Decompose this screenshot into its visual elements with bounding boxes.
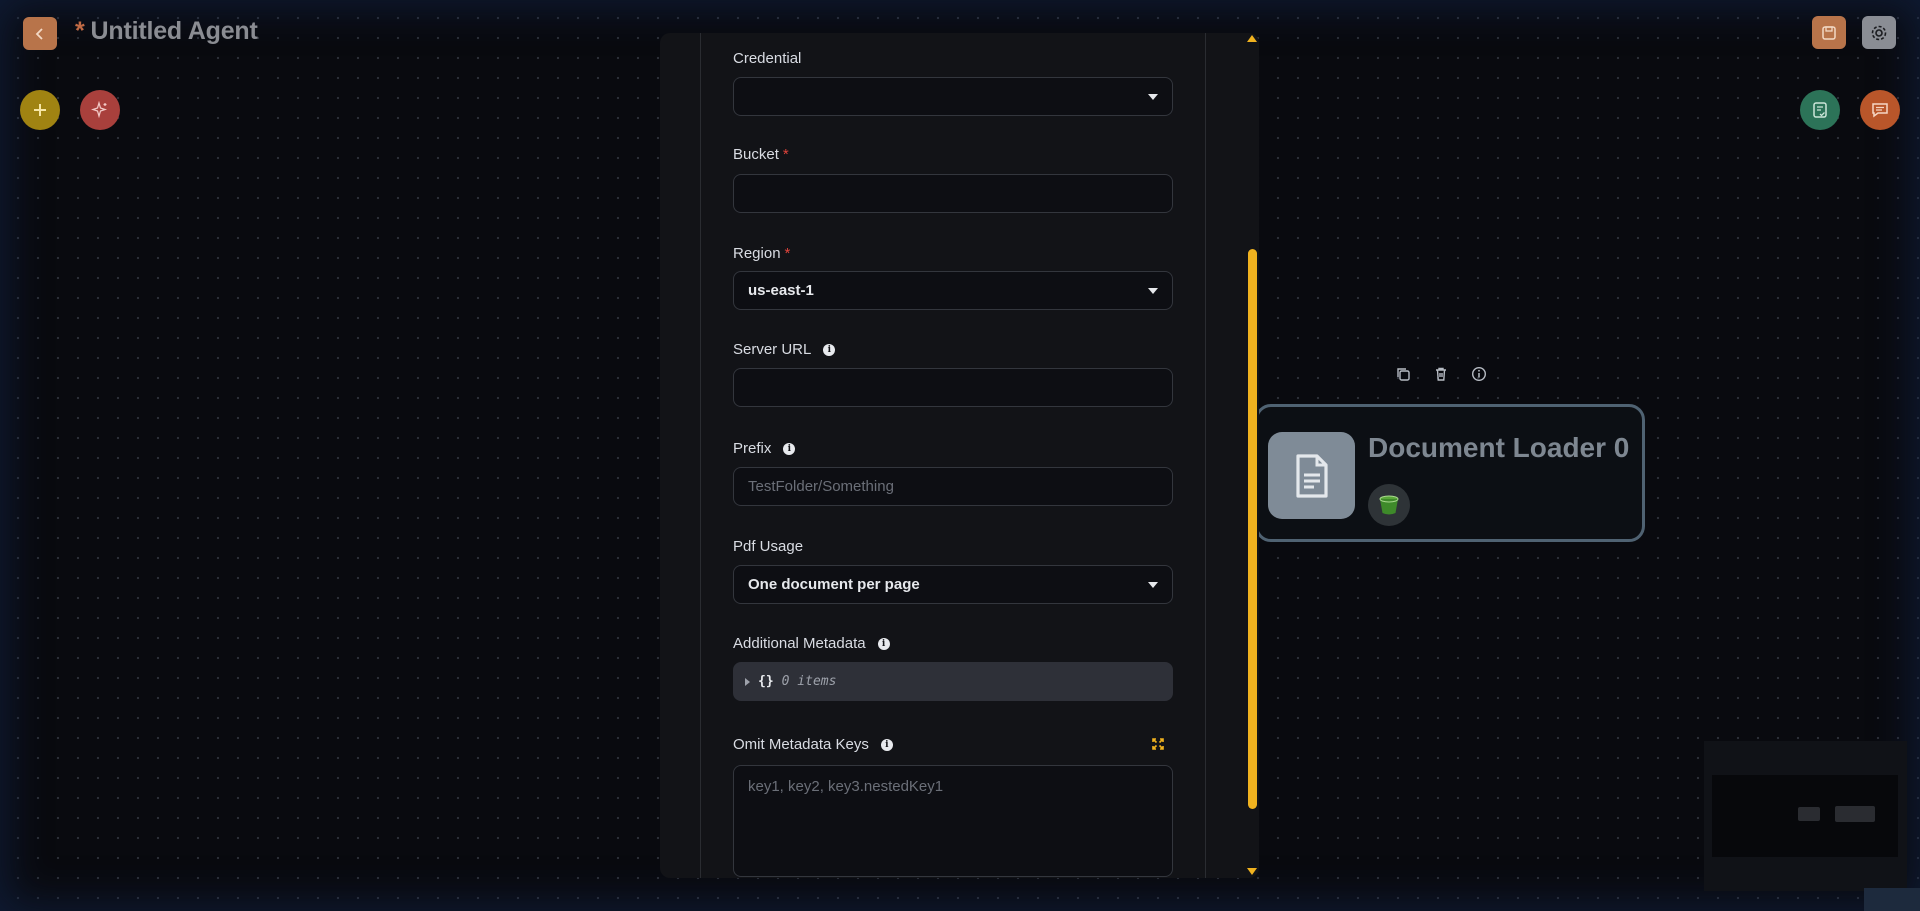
additional-metadata-label-text: Additional Metadata	[733, 635, 866, 652]
divider	[700, 33, 701, 878]
unsaved-marker: *	[75, 17, 85, 45]
plus-icon	[34, 104, 46, 116]
omit-metadata-keys-textarea[interactable]: key1, key2, key3.nestedKey1	[733, 765, 1173, 877]
info-icon[interactable]: i	[783, 442, 796, 455]
region-select[interactable]: us-east-1	[733, 271, 1173, 310]
validate-button[interactable]	[1800, 90, 1840, 130]
omit-metadata-keys-placeholder: key1, key2, key3.nestedKey1	[748, 778, 944, 795]
credential-label-text: Credential	[733, 50, 802, 67]
expand-icon	[1152, 738, 1164, 750]
save-button[interactable]	[1812, 16, 1846, 49]
additional-metadata-label: Additional Metadata i	[733, 635, 890, 652]
prefix-label: Prefix i	[733, 440, 796, 457]
credential-select[interactable]	[733, 77, 1173, 116]
node-icon-box	[1268, 432, 1355, 519]
chevron-down-icon	[1148, 582, 1158, 588]
json-item-count: 0 items	[781, 674, 837, 689]
pdf-usage-value: One document per page	[748, 576, 920, 593]
required-mark: *	[784, 245, 791, 262]
agent-title: Untitled Agent	[90, 17, 258, 45]
copy-icon	[1397, 368, 1410, 381]
region-label-text: Region	[733, 245, 781, 262]
divider	[1205, 33, 1206, 878]
info-icon[interactable]: i	[880, 738, 893, 751]
scroll-down-arrow[interactable]	[1247, 868, 1257, 875]
pdf-usage-label: Pdf Usage	[733, 538, 803, 555]
trash-icon	[1436, 367, 1446, 381]
page-title: * Untitled Agent	[75, 17, 258, 46]
checklist-icon	[1813, 102, 1827, 118]
minimap-node	[1835, 806, 1875, 822]
pdf-usage-label-text: Pdf Usage	[733, 538, 804, 555]
bucket-label-text: Bucket	[733, 146, 779, 163]
chevron-down-icon	[1148, 288, 1158, 294]
prefix-input[interactable]: TestFolder/Something	[733, 467, 1173, 506]
server-url-input[interactable]	[733, 368, 1173, 407]
credential-label: Credential	[733, 50, 801, 67]
node-toolbar	[1393, 364, 1489, 384]
back-arrow-icon	[35, 27, 43, 40]
omit-metadata-keys-label-text: Omit Metadata Keys	[733, 736, 869, 753]
scroll-up-arrow[interactable]	[1247, 35, 1257, 42]
server-url-label-text: Server URL	[733, 341, 812, 358]
pdf-usage-select[interactable]: One document per page	[733, 565, 1173, 604]
chat-icon	[1872, 103, 1888, 118]
omit-metadata-keys-label: Omit Metadata Keys i	[733, 736, 893, 753]
gear-icon	[1871, 25, 1887, 40]
node-title: Document Loader 0	[1368, 432, 1630, 463]
bucket-icon	[1379, 495, 1399, 515]
minimap[interactable]	[1704, 741, 1907, 891]
document-loader-node[interactable]: Document Loader 0	[1255, 404, 1645, 542]
attribution-box	[1864, 888, 1920, 911]
bucket-label: Bucket *	[733, 146, 789, 163]
settings-button[interactable]	[1862, 16, 1896, 49]
add-node-button[interactable]	[20, 90, 60, 130]
prefix-label-text: Prefix	[733, 440, 772, 457]
required-mark: *	[782, 146, 789, 163]
region-label: Region *	[733, 245, 790, 262]
bucket-input[interactable]	[733, 174, 1173, 213]
info-icon	[1471, 366, 1487, 382]
prefix-placeholder: TestFolder/Something	[748, 478, 894, 495]
expand-editor-button[interactable]	[1151, 737, 1165, 751]
chevron-down-icon	[1148, 94, 1158, 100]
node-info-button[interactable]	[1469, 364, 1489, 384]
delete-node-button[interactable]	[1431, 364, 1451, 384]
sparkle-icon	[91, 101, 108, 119]
duplicate-node-button[interactable]	[1393, 364, 1413, 384]
scrollbar-thumb[interactable]	[1248, 249, 1257, 809]
minimap-node	[1798, 807, 1820, 821]
back-button[interactable]	[23, 17, 57, 50]
server-url-label: Server URL i	[733, 341, 836, 358]
minimap-viewport	[1712, 775, 1898, 857]
node-badge	[1368, 484, 1410, 526]
metadata-json-viewer[interactable]: {} 0 items	[733, 662, 1173, 701]
info-icon[interactable]: i	[877, 637, 890, 650]
chat-button[interactable]	[1860, 90, 1900, 130]
save-icon	[1822, 25, 1836, 40]
json-braces: {}	[758, 674, 774, 689]
document-icon	[1295, 453, 1328, 498]
additional-params-dialog: Credential Bucket * Region * us-east-1 Ser…	[660, 33, 1259, 878]
info-icon[interactable]: i	[823, 343, 836, 356]
region-value: us-east-1	[748, 282, 814, 299]
expand-toggle-icon[interactable]	[745, 677, 750, 686]
generate-agent-button[interactable]	[80, 90, 120, 130]
